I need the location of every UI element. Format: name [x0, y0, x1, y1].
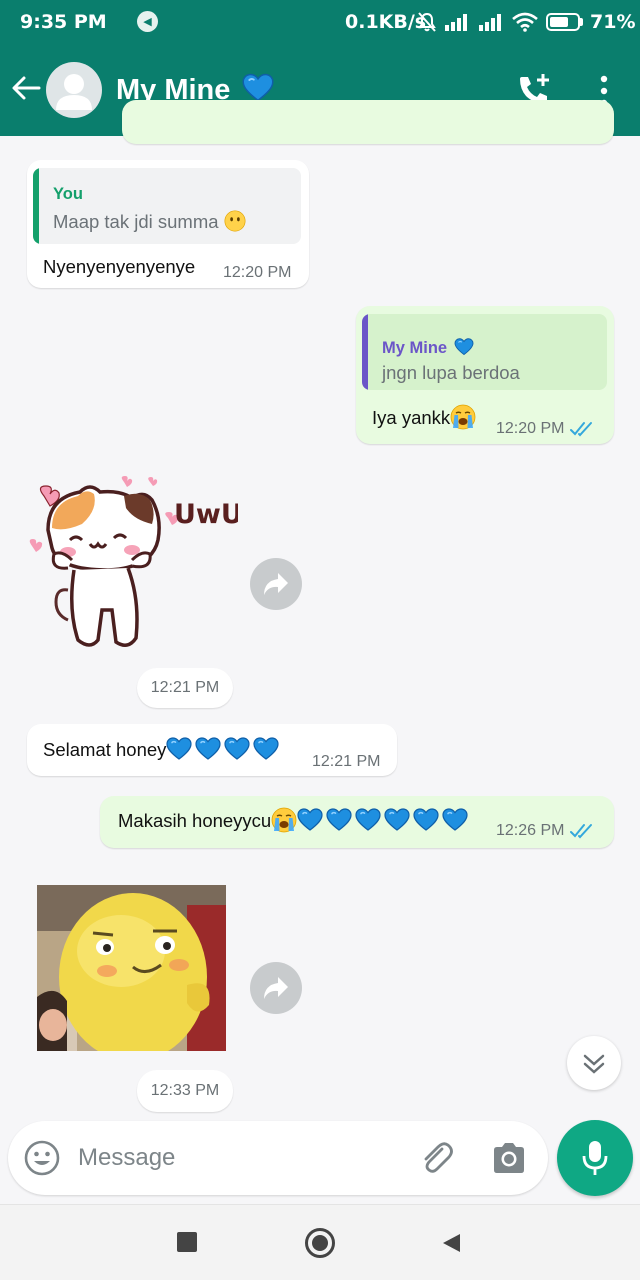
recents-icon[interactable] — [177, 1232, 197, 1252]
back-arrow-icon[interactable] — [10, 72, 42, 104]
scroll-to-bottom-button[interactable] — [567, 1036, 621, 1090]
quote-author: My Mine — [382, 338, 477, 358]
message-composer — [8, 1121, 548, 1195]
mic-icon — [582, 1141, 608, 1175]
loudly-crying-face-emoji — [450, 404, 476, 430]
wifi-icon — [512, 12, 538, 32]
avatar-icon[interactable] — [46, 62, 102, 118]
sticker-yellow-character[interactable] — [37, 885, 226, 1051]
quote-text: Maap tak jdi summa — [53, 210, 246, 233]
battery-percent: 71% — [590, 11, 636, 33]
media-sound-icon: ◀ — [137, 11, 158, 32]
message-meta: 12:20 PM — [496, 420, 598, 438]
blue-heart-icon — [242, 73, 274, 103]
blue-heart-emoji — [355, 808, 381, 832]
loudly-crying-face-emoji — [271, 807, 297, 833]
sticker-text: UwU — [174, 499, 238, 530]
blue-heart-emoji — [442, 808, 468, 832]
back-icon[interactable] — [440, 1232, 462, 1254]
blue-heart-emoji — [166, 737, 192, 761]
message-bubble-incoming[interactable]: Selamat honey 12:21 PM — [27, 724, 397, 776]
blue-heart-emoji — [413, 808, 439, 832]
quote-text: jngn lupa berdoa — [382, 362, 520, 383]
read-receipt-icon — [570, 420, 598, 438]
signal-icon — [479, 14, 501, 31]
double-chevron-down-icon — [583, 1054, 605, 1074]
network-speed: 0.1KB/s — [345, 11, 427, 33]
forward-button[interactable] — [250, 962, 302, 1014]
message-bubble-outgoing[interactable]: Makasih honeyycu 12:26 PM — [100, 796, 614, 848]
blue-heart-emoji — [195, 737, 221, 761]
message-bubble-partial — [122, 100, 614, 144]
message-time: 12:20 PM — [223, 264, 292, 281]
emoji-icon[interactable] — [24, 1140, 60, 1176]
forward-icon — [264, 977, 288, 999]
sticker-time: 12:21 PM — [137, 668, 233, 708]
status-bar: 9:35 PM ◀ 0.1KB/s 71% — [0, 0, 640, 44]
mute-icon — [418, 12, 436, 32]
quoted-message[interactable]: My Mine jngn lupa berdoa — [362, 314, 607, 390]
blue-heart-emoji — [253, 737, 279, 761]
sticker-cat[interactable]: UwU — [28, 470, 243, 660]
blue-heart-emoji — [326, 808, 352, 832]
home-icon[interactable] — [305, 1228, 335, 1258]
voice-record-button[interactable] — [557, 1120, 633, 1196]
sticker-time: 12:33 PM — [137, 1070, 233, 1112]
message-text: Nyenyenyenyenye — [43, 256, 196, 277]
status-time: 9:35 PM — [20, 11, 107, 33]
quote-author: You — [53, 185, 83, 203]
forward-button[interactable] — [250, 558, 302, 610]
message-meta: 12:26 PM — [496, 822, 598, 840]
camera-icon[interactable] — [490, 1140, 528, 1176]
message-time: 12:26 PM — [496, 822, 565, 839]
signal-icon — [445, 14, 467, 31]
quoted-message[interactable]: You Maap tak jdi summa — [33, 168, 301, 244]
status-icons — [418, 8, 583, 36]
system-navigation-bar — [0, 1204, 640, 1280]
forward-icon — [264, 573, 288, 595]
message-time: 12:21 PM — [312, 753, 381, 770]
battery-icon — [546, 13, 583, 31]
message-text: Iya yankk — [372, 404, 476, 430]
no-mouth-face-emoji — [224, 210, 246, 232]
message-text: Selamat honey — [43, 737, 282, 761]
blue-heart-emoji — [384, 808, 410, 832]
message-bubble-incoming[interactable]: You Maap tak jdi summa Nyenyenyenyenye 1… — [27, 160, 309, 288]
blue-heart-emoji — [297, 808, 323, 832]
blue-heart-emoji — [224, 737, 250, 761]
message-input[interactable] — [78, 1138, 398, 1178]
message-bubble-outgoing[interactable]: My Mine jngn lupa berdoa Iya yankk 12:20… — [356, 306, 614, 444]
blue-heart-emoji — [454, 338, 474, 356]
message-time: 12:20 PM — [496, 420, 565, 437]
attach-icon[interactable] — [418, 1139, 456, 1177]
read-receipt-icon — [570, 822, 598, 840]
message-text: Makasih honeyycu — [118, 807, 471, 833]
